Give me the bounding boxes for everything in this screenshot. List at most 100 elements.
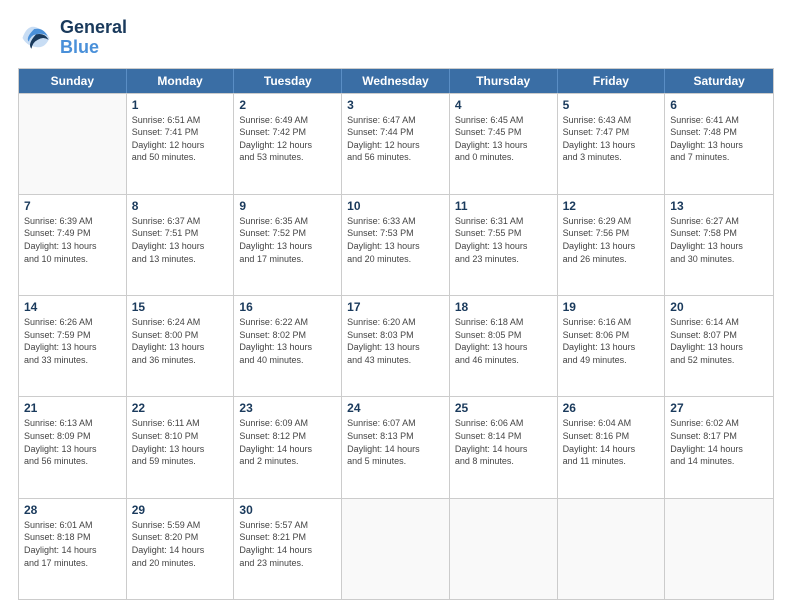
calendar-cell: 5 Sunrise: 6:43 AM Sunset: 7:47 PM Daylig… <box>558 94 666 194</box>
cell-date: 29 <box>132 503 229 517</box>
calendar-cell: 21Sunrise: 6:13 AM Sunset: 8:09 PM Dayli… <box>19 397 127 497</box>
cell-info: Sunrise: 6:51 AM Sunset: 7:41 PM Dayligh… <box>132 114 229 164</box>
cell-info: Sunrise: 6:06 AM Sunset: 8:14 PM Dayligh… <box>455 417 552 467</box>
calendar-row-2: 14Sunrise: 6:26 AM Sunset: 7:59 PM Dayli… <box>19 295 773 396</box>
cell-date: 6 <box>670 98 768 112</box>
cell-date: 13 <box>670 199 768 213</box>
day-header-sunday: Sunday <box>19 69 127 93</box>
cell-date: 20 <box>670 300 768 314</box>
calendar-cell: 24 Sunrise: 6:07 AM Sunset: 8:13 PM Dayli… <box>342 397 450 497</box>
calendar-row-4: 28 Sunrise: 6:01 AM Sunset: 8:18 PM Dayli… <box>19 498 773 599</box>
cell-info: Sunrise: 6:09 AM Sunset: 8:12 PM Dayligh… <box>239 417 336 467</box>
calendar-cell: 14Sunrise: 6:26 AM Sunset: 7:59 PM Dayli… <box>19 296 127 396</box>
cell-date: 5 <box>563 98 660 112</box>
cell-date: 26 <box>563 401 660 415</box>
cell-info: Sunrise: 6:43 AM Sunset: 7:47 PM Dayligh… <box>563 114 660 164</box>
cell-info: Sunrise: 6:14 AM Sunset: 8:07 PM Dayligh… <box>670 316 768 366</box>
calendar: SundayMondayTuesdayWednesdayThursdayFrid… <box>18 68 774 600</box>
calendar-cell: 28 Sunrise: 6:01 AM Sunset: 8:18 PM Dayli… <box>19 499 127 599</box>
calendar-cell: 16Sunrise: 6:22 AM Sunset: 8:02 PM Dayli… <box>234 296 342 396</box>
cell-date: 24 <box>347 401 444 415</box>
cell-date: 11 <box>455 199 552 213</box>
day-header-friday: Friday <box>558 69 666 93</box>
calendar-cell: 25Sunrise: 6:06 AM Sunset: 8:14 PM Dayli… <box>450 397 558 497</box>
cell-info: Sunrise: 6:35 AM Sunset: 7:52 PM Dayligh… <box>239 215 336 265</box>
logo-icon <box>18 20 54 56</box>
cell-date: 2 <box>239 98 336 112</box>
cell-info: Sunrise: 6:45 AM Sunset: 7:45 PM Dayligh… <box>455 114 552 164</box>
calendar-cell: 19Sunrise: 6:16 AM Sunset: 8:06 PM Dayli… <box>558 296 666 396</box>
calendar-cell <box>19 94 127 194</box>
cell-date: 15 <box>132 300 229 314</box>
calendar-cell: 30Sunrise: 5:57 AM Sunset: 8:21 PM Dayli… <box>234 499 342 599</box>
calendar-cell: 23 Sunrise: 6:09 AM Sunset: 8:12 PM Dayli… <box>234 397 342 497</box>
cell-date: 27 <box>670 401 768 415</box>
calendar-cell: 22Sunrise: 6:11 AM Sunset: 8:10 PM Dayli… <box>127 397 235 497</box>
calendar-cell: 17 Sunrise: 6:20 AM Sunset: 8:03 PM Dayli… <box>342 296 450 396</box>
calendar-cell: 15 Sunrise: 6:24 AM Sunset: 8:00 PM Dayli… <box>127 296 235 396</box>
cell-date: 1 <box>132 98 229 112</box>
cell-date: 30 <box>239 503 336 517</box>
cell-info: Sunrise: 6:01 AM Sunset: 8:18 PM Dayligh… <box>24 519 121 569</box>
cell-info: Sunrise: 6:37 AM Sunset: 7:51 PM Dayligh… <box>132 215 229 265</box>
cell-info: Sunrise: 6:07 AM Sunset: 8:13 PM Dayligh… <box>347 417 444 467</box>
cell-info: Sunrise: 6:02 AM Sunset: 8:17 PM Dayligh… <box>670 417 768 467</box>
cell-info: Sunrise: 6:33 AM Sunset: 7:53 PM Dayligh… <box>347 215 444 265</box>
day-header-monday: Monday <box>127 69 235 93</box>
cell-date: 17 <box>347 300 444 314</box>
cell-date: 8 <box>132 199 229 213</box>
cell-info: Sunrise: 6:49 AM Sunset: 7:42 PM Dayligh… <box>239 114 336 164</box>
cell-info: Sunrise: 6:29 AM Sunset: 7:56 PM Dayligh… <box>563 215 660 265</box>
calendar-cell: 26Sunrise: 6:04 AM Sunset: 8:16 PM Dayli… <box>558 397 666 497</box>
cell-info: Sunrise: 6:41 AM Sunset: 7:48 PM Dayligh… <box>670 114 768 164</box>
cell-info: Sunrise: 6:11 AM Sunset: 8:10 PM Dayligh… <box>132 417 229 467</box>
cell-info: Sunrise: 6:27 AM Sunset: 7:58 PM Dayligh… <box>670 215 768 265</box>
cell-date: 9 <box>239 199 336 213</box>
cell-info: Sunrise: 6:31 AM Sunset: 7:55 PM Dayligh… <box>455 215 552 265</box>
cell-date: 23 <box>239 401 336 415</box>
header: General Blue <box>18 18 774 58</box>
calendar-cell: 12 Sunrise: 6:29 AM Sunset: 7:56 PM Dayli… <box>558 195 666 295</box>
calendar-body: 1 Sunrise: 6:51 AM Sunset: 7:41 PM Daylig… <box>19 93 773 599</box>
calendar-cell: 27 Sunrise: 6:02 AM Sunset: 8:17 PM Dayli… <box>665 397 773 497</box>
cell-date: 7 <box>24 199 121 213</box>
cell-date: 12 <box>563 199 660 213</box>
cell-date: 3 <box>347 98 444 112</box>
cell-info: Sunrise: 5:59 AM Sunset: 8:20 PM Dayligh… <box>132 519 229 569</box>
page: General Blue SundayMondayTuesdayWednesda… <box>0 0 792 612</box>
calendar-row-0: 1 Sunrise: 6:51 AM Sunset: 7:41 PM Daylig… <box>19 93 773 194</box>
cell-info: Sunrise: 6:20 AM Sunset: 8:03 PM Dayligh… <box>347 316 444 366</box>
cell-date: 10 <box>347 199 444 213</box>
cell-info: Sunrise: 6:24 AM Sunset: 8:00 PM Dayligh… <box>132 316 229 366</box>
cell-info: Sunrise: 6:39 AM Sunset: 7:49 PM Dayligh… <box>24 215 121 265</box>
calendar-cell: 10 Sunrise: 6:33 AM Sunset: 7:53 PM Dayli… <box>342 195 450 295</box>
cell-date: 4 <box>455 98 552 112</box>
calendar-cell <box>450 499 558 599</box>
calendar-cell <box>342 499 450 599</box>
cell-date: 18 <box>455 300 552 314</box>
calendar-cell: 20 Sunrise: 6:14 AM Sunset: 8:07 PM Dayli… <box>665 296 773 396</box>
calendar-cell <box>665 499 773 599</box>
logo: General Blue <box>18 18 127 58</box>
day-header-thursday: Thursday <box>450 69 558 93</box>
calendar-cell: 2 Sunrise: 6:49 AM Sunset: 7:42 PM Daylig… <box>234 94 342 194</box>
logo-text: General Blue <box>60 18 127 58</box>
calendar-row-1: 7 Sunrise: 6:39 AM Sunset: 7:49 PM Daylig… <box>19 194 773 295</box>
calendar-cell: 7 Sunrise: 6:39 AM Sunset: 7:49 PM Daylig… <box>19 195 127 295</box>
day-header-wednesday: Wednesday <box>342 69 450 93</box>
cell-info: Sunrise: 6:13 AM Sunset: 8:09 PM Dayligh… <box>24 417 121 467</box>
cell-date: 16 <box>239 300 336 314</box>
cell-date: 28 <box>24 503 121 517</box>
cell-info: Sunrise: 6:16 AM Sunset: 8:06 PM Dayligh… <box>563 316 660 366</box>
calendar-cell: 8 Sunrise: 6:37 AM Sunset: 7:51 PM Daylig… <box>127 195 235 295</box>
calendar-header: SundayMondayTuesdayWednesdayThursdayFrid… <box>19 69 773 93</box>
calendar-cell: 18Sunrise: 6:18 AM Sunset: 8:05 PM Dayli… <box>450 296 558 396</box>
calendar-cell: 29 Sunrise: 5:59 AM Sunset: 8:20 PM Dayli… <box>127 499 235 599</box>
calendar-cell: 3 Sunrise: 6:47 AM Sunset: 7:44 PM Daylig… <box>342 94 450 194</box>
calendar-row-3: 21Sunrise: 6:13 AM Sunset: 8:09 PM Dayli… <box>19 396 773 497</box>
cell-info: Sunrise: 6:47 AM Sunset: 7:44 PM Dayligh… <box>347 114 444 164</box>
calendar-cell: 13 Sunrise: 6:27 AM Sunset: 7:58 PM Dayli… <box>665 195 773 295</box>
cell-date: 14 <box>24 300 121 314</box>
calendar-cell: 11 Sunrise: 6:31 AM Sunset: 7:55 PM Dayli… <box>450 195 558 295</box>
calendar-cell: 9 Sunrise: 6:35 AM Sunset: 7:52 PM Daylig… <box>234 195 342 295</box>
